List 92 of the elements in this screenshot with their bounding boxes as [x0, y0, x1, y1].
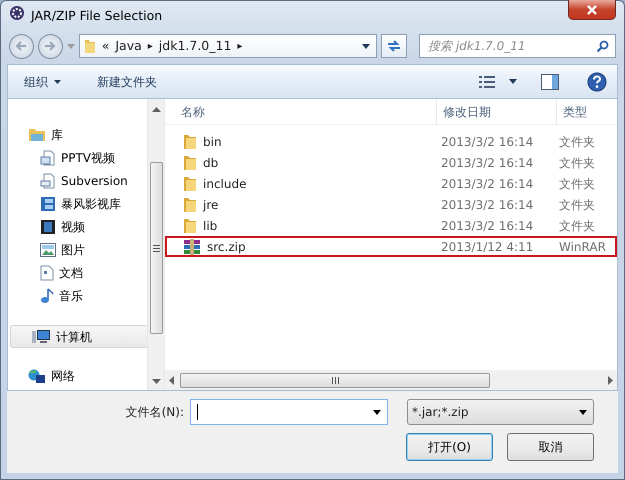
scroll-left-icon[interactable] — [169, 376, 174, 384]
file-date: 2013/3/2 16:14 — [440, 218, 534, 234]
column-header[interactable]: 类型 — [557, 98, 617, 124]
document-icon — [40, 150, 56, 166]
folder-icon — [183, 196, 197, 212]
filename-field[interactable] — [190, 399, 388, 425]
caret-icon — [54, 80, 61, 84]
view-options-icon[interactable] — [479, 76, 495, 88]
nav-item[interactable]: 视频 — [8, 215, 148, 238]
back-button[interactable] — [9, 34, 34, 58]
folder-icon — [183, 134, 197, 150]
back-arrow-icon — [14, 40, 28, 52]
help-icon[interactable] — [587, 72, 607, 92]
horizontal-scrollbar[interactable] — [165, 370, 617, 390]
file-date: 2013/1/12 4:11 — [440, 238, 534, 256]
file-type-dropdown[interactable]: *.jar;*.zip — [407, 399, 594, 425]
breadcrumb[interactable]: Java — [115, 36, 142, 56]
caret-icon[interactable] — [509, 79, 517, 84]
folder-icon — [183, 176, 197, 192]
file-name: db — [203, 154, 218, 172]
scroll-up-icon[interactable] — [152, 107, 161, 112]
file-name: src.zip — [207, 238, 246, 256]
nav-item[interactable]: 计算机 — [10, 325, 148, 348]
file-row[interactable]: jre 2013/3/2 16:14 文件夹 — [165, 194, 617, 215]
folder-icon — [84, 38, 96, 54]
file-type: 文件夹 — [559, 134, 596, 150]
nav-item[interactable]: 网络 — [8, 364, 148, 387]
search-icon — [596, 40, 609, 52]
file-row[interactable]: include 2013/3/2 16:14 文件夹 — [165, 173, 617, 194]
breadcrumb-arrow[interactable]: ▸ — [237, 38, 242, 54]
forward-arrow-icon — [43, 40, 58, 52]
file-date: 2013/3/2 16:14 — [440, 176, 534, 192]
vertical-scrollbar[interactable] — [147, 99, 164, 390]
column-header[interactable]: 修改日期 — [437, 98, 557, 124]
overflow-chevron[interactable]: « — [102, 36, 110, 56]
close-icon — [586, 4, 598, 14]
file-type: WinRAR — [559, 238, 607, 256]
file-row[interactable]: src.zip 2013/1/12 4:11 WinRAR — [165, 236, 617, 257]
archive-icon — [183, 238, 201, 254]
file-date: 2013/3/2 16:14 — [440, 196, 534, 214]
folder-icon — [183, 154, 197, 170]
caret-icon — [362, 44, 370, 48]
file-date: 2013/3/2 16:14 — [440, 134, 534, 150]
app-icon — [9, 5, 25, 21]
nav-item[interactable]: 图片 — [8, 238, 148, 261]
document-icon — [40, 172, 56, 188]
file-type: 文件夹 — [559, 218, 596, 234]
forward-button[interactable] — [38, 34, 63, 58]
column-header[interactable]: 名称 — [165, 98, 437, 124]
file-name: bin — [203, 134, 222, 150]
nav-item[interactable]: Subversion — [8, 169, 148, 192]
file-name: jre — [203, 196, 218, 214]
globe-icon — [28, 368, 46, 384]
search-box[interactable]: 搜索 jdk1.7.0_11 — [419, 34, 616, 58]
file-row[interactable]: bin 2013/3/2 16:14 文件夹 — [165, 131, 617, 152]
file-type: 文件夹 — [559, 196, 596, 214]
close-button[interactable] — [568, 0, 616, 20]
music-note-icon — [40, 288, 54, 304]
filename-label: 文件名(N): — [126, 404, 184, 421]
grip-icon — [332, 376, 338, 384]
file-type: 文件夹 — [559, 154, 596, 172]
file-name: include — [203, 176, 246, 192]
refresh-icon — [386, 39, 402, 53]
nav-item[interactable]: 音乐 — [8, 284, 148, 307]
nav-item[interactable]: 库 — [8, 123, 148, 146]
breadcrumb-arrow[interactable]: ▸ — [148, 38, 153, 54]
file-date: 2013/3/2 16:14 — [440, 154, 534, 172]
file-row[interactable]: lib 2013/3/2 16:14 文件夹 — [165, 215, 617, 236]
cancel-button[interactable]: 取消 — [507, 433, 594, 461]
preview-pane-icon[interactable] — [541, 74, 559, 90]
organize-button[interactable]: 组织 — [18, 70, 67, 92]
folder-icon — [183, 218, 197, 234]
nav-item[interactable]: 暴风影视库 — [8, 192, 148, 215]
open-button[interactable]: 打开(O) — [406, 433, 493, 461]
breadcrumb[interactable]: jdk1.7.0_11 — [158, 36, 232, 56]
grip-icon — [152, 244, 160, 252]
file-type: 文件夹 — [559, 176, 596, 192]
file-name: lib — [203, 218, 218, 234]
refresh-button[interactable] — [381, 34, 407, 58]
address-bar[interactable]: « Java ▸ jdk1.7.0_11 ▸ — [78, 34, 378, 58]
nav-item[interactable]: 文档 — [8, 261, 148, 284]
file-row[interactable]: db 2013/3/2 16:14 文件夹 — [165, 152, 617, 173]
document-icon — [40, 264, 54, 280]
scroll-down-icon[interactable] — [152, 379, 161, 384]
nav-item[interactable]: PPTV视频 — [8, 146, 148, 169]
library-icon — [28, 127, 46, 142]
new-folder-button[interactable]: 新建文件夹 — [91, 70, 163, 92]
search-field[interactable]: 搜索 jdk1.7.0_11 — [426, 36, 596, 56]
computer-icon — [31, 328, 51, 344]
window-title: JAR/ZIP File Selection — [31, 7, 162, 25]
scroll-right-icon[interactable] — [608, 376, 613, 384]
image-icon — [40, 242, 56, 256]
